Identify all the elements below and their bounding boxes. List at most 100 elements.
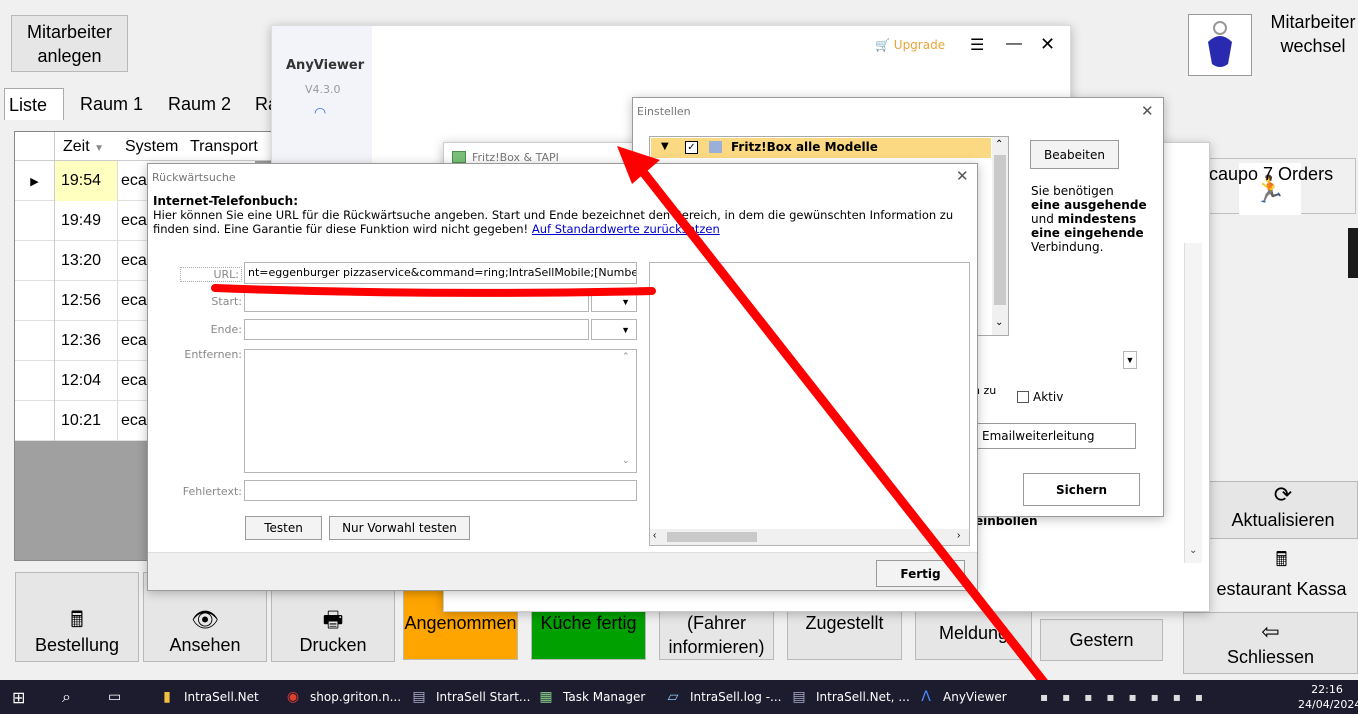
scroll-thumb[interactable] — [994, 155, 1006, 305]
taskbar-label: IntraSell.Net, ... — [816, 690, 910, 704]
tree-scrollbar[interactable]: ⌃ ⌄ — [992, 137, 1008, 335]
scroll-down-icon[interactable]: ⌄ — [622, 456, 630, 466]
info-line: eine ausgehende — [1031, 198, 1147, 212]
horizontal-scrollbar[interactable]: ‹ › — [650, 529, 969, 545]
dropdown-arrow[interactable]: ▼ — [1123, 351, 1137, 369]
taskbar-label: IntraSell.Net — [184, 690, 259, 704]
scroll-up-icon[interactable]: ⌃ — [622, 352, 630, 362]
close-icon[interactable]: ✕ — [1040, 34, 1055, 55]
test-prefix-button[interactable]: Nur Vorwahl testen — [329, 516, 470, 540]
connection-info: Sie benötigen eine ausgehende und mindes… — [1031, 184, 1151, 254]
side-handle[interactable] — [1348, 228, 1358, 278]
app-name: AnyViewer — [286, 58, 365, 73]
start-input[interactable] — [244, 291, 589, 312]
active-label: Aktiv — [1033, 390, 1064, 404]
remove-textarea[interactable]: ⌃ ⌄ — [244, 349, 637, 473]
taskbar-item-anyviewer[interactable]: Ʌ AnyViewer — [915, 680, 1007, 714]
end-input[interactable] — [244, 319, 589, 340]
column-header-system[interactable]: System — [125, 138, 178, 156]
taskbar-item-intrasell-start[interactable]: ▤ IntraSell Start... — [408, 680, 530, 714]
error-text-input[interactable] — [244, 480, 637, 501]
tray-icons[interactable]: ▪▪▪▪▪▪▪▪ — [1040, 680, 1217, 714]
switch-employee-button[interactable]: Mitarbeiter wechsel — [1268, 10, 1358, 58]
scroll-thumb[interactable] — [667, 532, 757, 542]
done-label: Fertig — [900, 566, 941, 581]
refresh-button[interactable]: ⟳ Aktualisieren — [1208, 481, 1358, 539]
taskbar-item-log[interactable]: ▱ IntraSell.log -... — [662, 680, 782, 714]
clock-date: 24/04/2024 — [1298, 698, 1358, 711]
window-icon — [452, 151, 466, 163]
row-indicator: ▶ — [15, 161, 55, 201]
system-cell: eca — [121, 252, 147, 269]
close-icon[interactable]: ✕ — [956, 167, 969, 185]
yesterday-button[interactable]: Gestern — [1040, 619, 1163, 661]
checkbox-icon[interactable] — [1017, 391, 1029, 403]
app-icon: ▤ — [412, 689, 426, 705]
yesterday-label: Gestern — [1069, 630, 1134, 650]
minimize-icon[interactable]: — — [1006, 35, 1022, 53]
url-input[interactable]: nt=eggenburger pizzaservice&command=ring… — [244, 262, 637, 284]
scroll-up-icon[interactable]: ⌃ — [995, 139, 1003, 150]
tab-liste[interactable]: Liste — [4, 88, 64, 120]
upgrade-link[interactable]: 🛒 Upgrade — [875, 38, 945, 52]
tree-item-selected[interactable]: ▼ ✓ Fritz!Box alle Modelle — [651, 138, 991, 158]
taskbar-item-intrasell[interactable]: ▮ IntraSell.Net — [156, 680, 259, 714]
row-indicator — [15, 201, 55, 241]
collapse-icon[interactable]: ▼ — [661, 141, 669, 152]
email-forward-label: Emailweiterleitung — [982, 429, 1095, 443]
close-label: Schliessen — [1226, 647, 1315, 667]
system-cell: eca — [121, 332, 147, 349]
header-spacer — [15, 132, 55, 161]
tree-item-label: Fritz!Box alle Modelle — [731, 140, 878, 154]
column-header-transport[interactable]: Transport — [190, 138, 258, 156]
result-panel[interactable]: ‹ › — [649, 262, 970, 546]
view-label: Ansehen — [169, 635, 241, 655]
delivered-label: Zugestellt — [805, 613, 884, 633]
task-view-icon[interactable]: ▭ — [108, 680, 121, 714]
refresh-icon: ⟳ — [1273, 482, 1293, 507]
kitchen-done-label: Küche fertig — [540, 613, 637, 633]
row-indicator — [15, 361, 55, 401]
end-dropdown[interactable]: ▼ — [591, 319, 637, 340]
search-icon[interactable]: ⌕ — [62, 680, 71, 714]
message-label: Meldung — [938, 623, 1009, 643]
save-button[interactable]: Sichern — [1023, 473, 1140, 506]
edit-button[interactable]: Beabeiten — [1030, 140, 1119, 169]
scroll-right-icon[interactable]: › — [957, 530, 960, 541]
scrollbar[interactable]: ⌄ — [1184, 243, 1202, 563]
menu-icon[interactable]: ☰ — [970, 35, 984, 55]
taskbar-item-intrasell-net[interactable]: ▤ IntraSell.Net, ... — [788, 680, 910, 714]
printer-icon: 🖶 — [322, 607, 344, 632]
active-checkbox[interactable]: Aktiv — [1017, 390, 1063, 404]
taskbar-item-browser[interactable]: ◉ shop.griton.n... — [282, 680, 401, 714]
tab-raum-1[interactable]: Raum 1 — [80, 94, 143, 115]
column-header-time[interactable]: Zeit ▼ — [63, 138, 104, 156]
start-dropdown[interactable]: ▼ — [591, 291, 637, 312]
orders-panel[interactable]: 🏃 caupo 7 Orders — [1208, 158, 1356, 215]
tab-raum-2[interactable]: Raum 2 — [168, 94, 231, 115]
order-button[interactable]: 🖩 Bestellung — [15, 572, 139, 662]
close-icon[interactable]: ✕ — [1141, 102, 1154, 120]
column-label: Zeit — [63, 138, 90, 155]
clock[interactable]: 22:16 24/04/2024 — [1298, 682, 1358, 712]
reset-defaults-link[interactable]: Auf Standardwerte zurücksetzen — [532, 222, 720, 236]
done-button[interactable]: Fertig — [876, 560, 965, 587]
start-button[interactable]: ⊞ — [12, 680, 25, 714]
scroll-down-icon[interactable]: ⌄ — [995, 317, 1003, 328]
info-line: Verbindung. — [1031, 240, 1104, 254]
scroll-down-icon[interactable]: ⌄ — [1189, 545, 1197, 556]
taskbar-item-task-manager[interactable]: ▦ Task Manager — [535, 680, 645, 714]
email-forward-button[interactable]: Emailweiterleitung — [973, 423, 1136, 449]
system-cell: eca — [121, 172, 147, 189]
checkbox-checked-icon[interactable]: ✓ — [685, 141, 698, 154]
test-button[interactable]: Testen — [245, 516, 322, 540]
window-title: Einstellen — [637, 105, 691, 118]
folder-icon: ▮ — [163, 689, 171, 705]
reverse-lookup-window[interactable]: Rückwärtsuche ✕ Internet-Telefonbuch: Hi… — [147, 163, 978, 591]
add-employee-button[interactable]: Mitarbeiter anlegen — [11, 15, 128, 72]
tab-label: Raum 2 — [168, 94, 232, 114]
scroll-left-icon[interactable]: ‹ — [653, 530, 656, 541]
restaurant-register-button[interactable]: 🖩 estaurant Kassa — [1205, 546, 1358, 604]
time-cell: 12:56 — [55, 281, 118, 321]
close-button[interactable]: ⇦ Schliessen — [1183, 612, 1358, 674]
